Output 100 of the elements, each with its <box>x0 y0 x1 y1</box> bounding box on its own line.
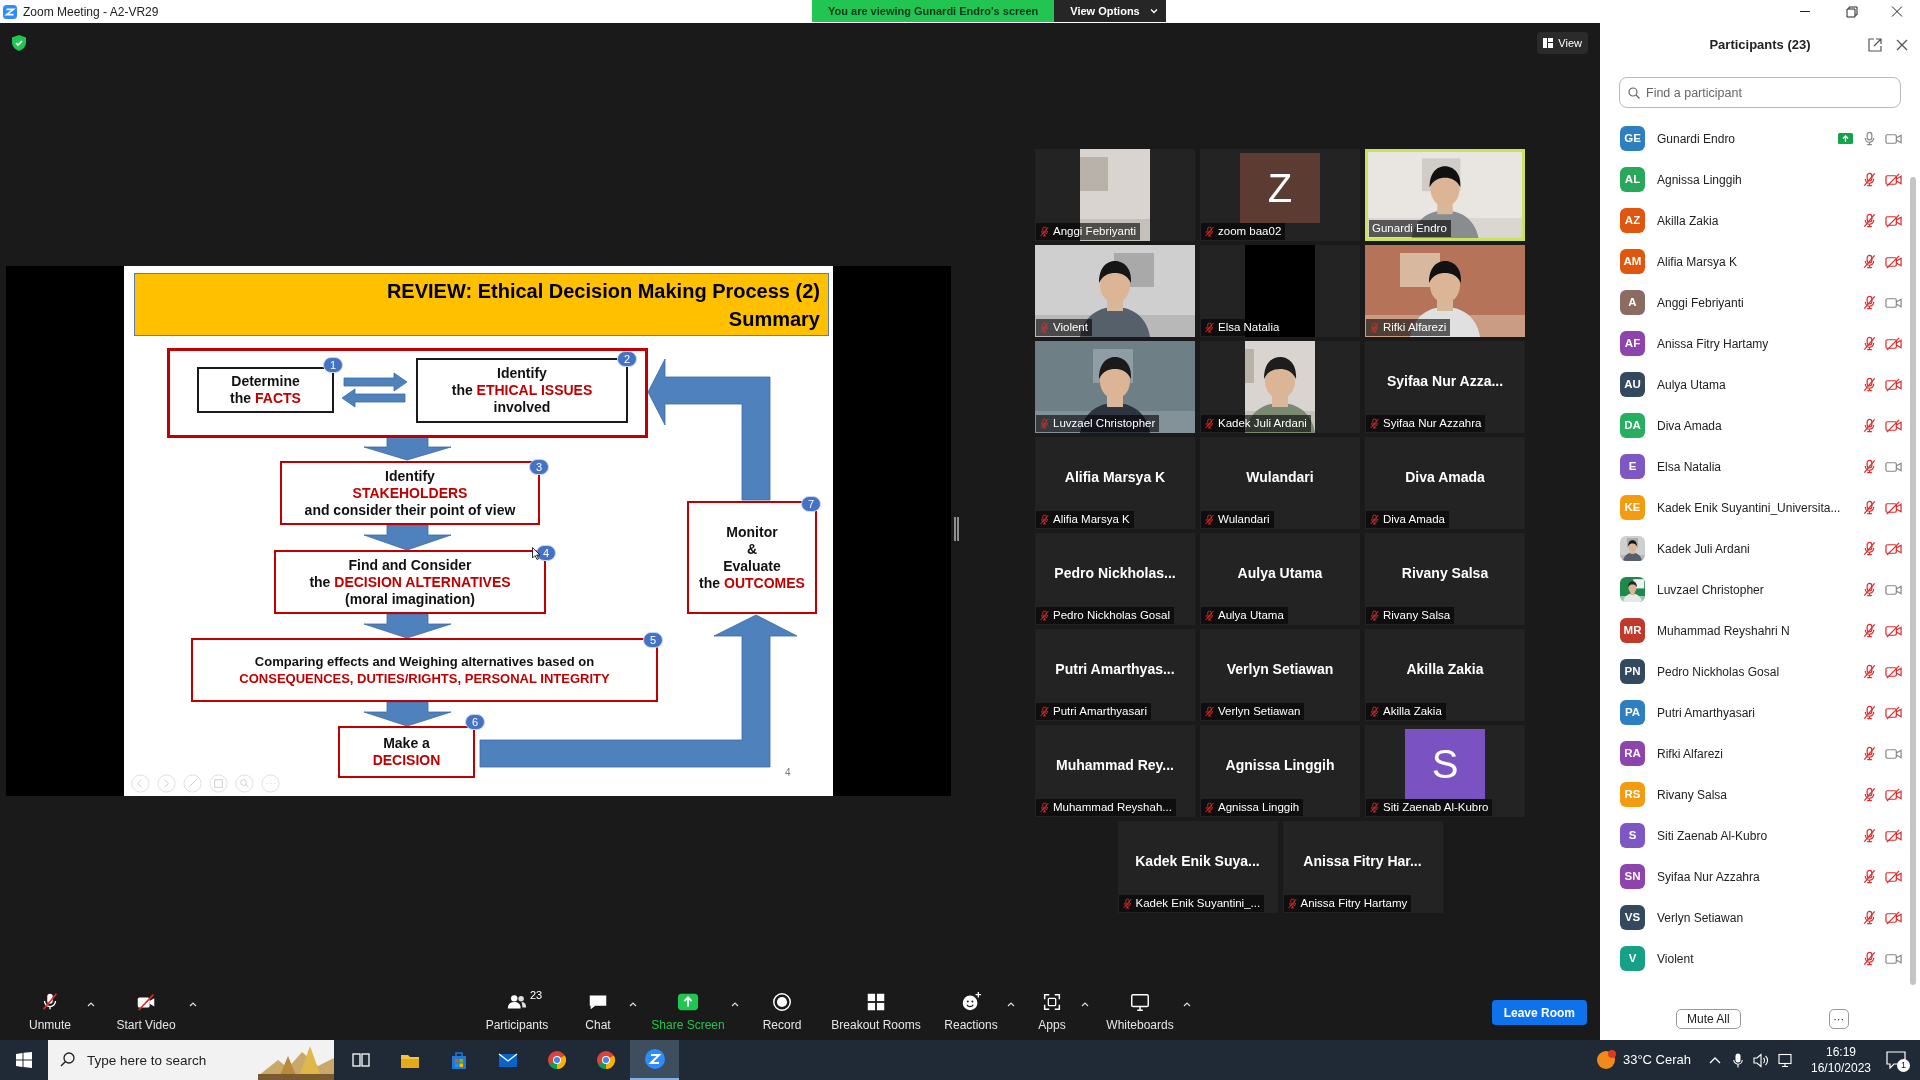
participant-name: Aulya Utama <box>1218 607 1284 623</box>
mic-icon[interactable] <box>1733 1052 1743 1068</box>
panel-title: Participants (23) <box>1709 36 1811 55</box>
participant-row[interactable]: RS Rivany Salsa <box>1600 774 1906 815</box>
toolbar-button[interactable]: 23 Participants <box>474 987 560 1038</box>
video-app-icon <box>643 1048 666 1070</box>
view-button[interactable]: View <box>1537 32 1588 54</box>
participant-name: Diva Amada <box>1657 417 1723 435</box>
avatar: DA <box>1620 413 1645 438</box>
participant-name: Rivany Salsa <box>1383 607 1451 623</box>
participant-name: Putri Amarthyas... <box>1055 660 1175 679</box>
chevron-up-icon[interactable] <box>1709 1056 1721 1064</box>
participant-row[interactable]: V Violent <box>1600 938 1906 979</box>
mute-all-button[interactable]: Mute All <box>1676 1009 1741 1029</box>
participant-name: zoom baa02 <box>1218 223 1282 239</box>
avatar: PA <box>1620 700 1645 725</box>
search-field[interactable]: Find a participant <box>1619 77 1901 108</box>
participant-row[interactable]: S Siti Zaenab Al-Kubro <box>1600 815 1906 856</box>
step-number-badge: 6 <box>465 714 485 730</box>
participant-name: Pedro Nickholas Gosal <box>1657 663 1781 681</box>
participant-row[interactable]: DA Diva Amada <box>1600 405 1906 446</box>
screen-share-banner: You are viewing Gunardi Endro's screen <box>812 0 1055 22</box>
participant-name: Elsa Natalia <box>1218 319 1280 335</box>
leave-button[interactable]: Leave Room <box>1491 1000 1587 1025</box>
toolbar-button[interactable]: Reactions <box>936 987 1006 1038</box>
participant-row[interactable]: AZ Akilla Zakia <box>1600 200 1906 241</box>
participant-row[interactable]: AM Alifia Marsya K <box>1600 241 1906 282</box>
participant-name: Rifki Alfarezi <box>1657 745 1725 763</box>
pop-out-icon[interactable] <box>1868 38 1882 52</box>
record-icon <box>771 991 793 1013</box>
participant-name: Luvzael Christopher <box>1053 415 1156 431</box>
step-text: Identify STAKEHOLDERS and consider their point of view <box>304 467 516 519</box>
participant-name: Violent <box>1053 319 1088 335</box>
slide-subtitle: Summary <box>728 306 820 332</box>
toolbar-button[interactable]: Chat <box>568 987 628 1038</box>
more-button[interactable]: ··· <box>1828 1009 1849 1029</box>
participant-name: Wulandari <box>1246 468 1314 487</box>
participant-row[interactable]: GE Gunardi Endro <box>1600 118 1906 159</box>
avatar: SN <box>1620 864 1645 889</box>
participant-row[interactable]: E Elsa Natalia <box>1600 446 1906 487</box>
search-icon <box>60 1052 75 1067</box>
participant-name: Gunardi Endro <box>1657 130 1737 148</box>
participant-name: Violent <box>1657 950 1695 968</box>
participant-row[interactable]: Luvzael Christopher <box>1600 569 1906 610</box>
toolbar-button[interactable]: Start Video <box>104 987 188 1038</box>
participant-name: Muhammad Rey... <box>1056 756 1174 775</box>
participant-name: Muhammad Reyshahri N <box>1657 622 1791 640</box>
taskbar-app[interactable] <box>630 1040 679 1080</box>
shield-icon[interactable] <box>12 35 26 51</box>
participant-name: Muhammad Reyshah... <box>1053 799 1172 815</box>
weather-sun-icon[interactable] <box>1594 1049 1617 1071</box>
participant-row[interactable]: PN Pedro Nickholas Gosal <box>1600 651 1906 692</box>
participant-name: Anggi Febriyanti <box>1657 294 1745 312</box>
browser-icon <box>594 1049 617 1071</box>
participant-row[interactable]: AL Agnissa Linggih <box>1600 159 1906 200</box>
avatar: AU <box>1620 372 1645 397</box>
resize-handle[interactable] <box>954 517 959 541</box>
window-title: Zoom Meeting - A2-VR29 <box>23 3 159 21</box>
weather-text[interactable]: 33°C Cerah <box>1622 1050 1691 1070</box>
step-number-badge: 5 <box>643 632 663 648</box>
participant-row[interactable]: Kadek Juli Ardani <box>1600 528 1906 569</box>
windows-start-icon[interactable] <box>16 1052 32 1068</box>
participant-row[interactable]: VS Verlyn Setiawan <box>1600 897 1906 938</box>
notification-icon[interactable] <box>1886 1051 1906 1069</box>
participant-row[interactable]: AU Aulya Utama <box>1600 364 1906 405</box>
participant-row[interactable]: A Anggi Febriyanti <box>1600 282 1906 323</box>
toolbar-button[interactable]: Unmute <box>14 987 86 1038</box>
clock-time[interactable]: 16:19 <box>1826 1044 1856 1060</box>
browser-icon <box>545 1049 568 1071</box>
network-icon[interactable] <box>1778 1052 1794 1068</box>
view-options-button[interactable]: View Options <box>1054 0 1166 22</box>
participant-row[interactable]: PA Putri Amarthyasari <box>1600 692 1906 733</box>
participant-row[interactable]: SN Syifaa Nur Azzahra <box>1600 856 1906 897</box>
toolbar-button[interactable]: Record <box>748 987 816 1038</box>
participant-name: Alifia Marsya K <box>1657 253 1739 271</box>
toolbar-button[interactable]: Whiteboards <box>1098 987 1182 1038</box>
participant-name: Gunardi Endro <box>1372 220 1447 236</box>
avatar: RS <box>1620 782 1645 807</box>
toolbar-button[interactable]: Breakout Rooms <box>824 987 928 1038</box>
avatar: V <box>1620 946 1645 971</box>
participant-name: Elsa Natalia <box>1657 458 1723 476</box>
step-text: Determine the FACTS <box>230 373 301 407</box>
participant-name: Siti Zaenab Al-Kubro <box>1657 827 1769 845</box>
step-text: Comparing effects and Weighing alternatives based on CONSEQUENCES, DUTIES/RIGHTS, PERSONAL INTEGRITY <box>239 653 610 687</box>
participant-row[interactable]: AF Anissa Fitry Hartamy <box>1600 323 1906 364</box>
volume-icon[interactable] <box>1753 1052 1769 1068</box>
toolbar-button[interactable]: Apps <box>1024 987 1080 1038</box>
avatar: AL <box>1620 167 1645 192</box>
participant-row[interactable]: KE Kadek Enik Suyantini_Universita... <box>1600 487 1906 528</box>
app-logo-icon <box>3 4 17 19</box>
participant-name: Verlyn Setiawan <box>1657 909 1745 927</box>
toolbar-button[interactable]: Share Screen <box>646 987 730 1038</box>
participant-row[interactable]: MR Muhammad Reyshahri N <box>1600 610 1906 651</box>
avatar: RA <box>1620 741 1645 766</box>
participant-row[interactable]: RA Rifki Alfarezi <box>1600 733 1906 774</box>
scrollbar[interactable] <box>1910 177 1916 985</box>
clock-date[interactable]: 16/10/2023 <box>1810 1060 1872 1076</box>
participant-name: Siti Zaenab Al-Kubro <box>1383 799 1489 815</box>
close-icon[interactable] <box>1896 39 1908 51</box>
avatar: S <box>1405 729 1485 799</box>
